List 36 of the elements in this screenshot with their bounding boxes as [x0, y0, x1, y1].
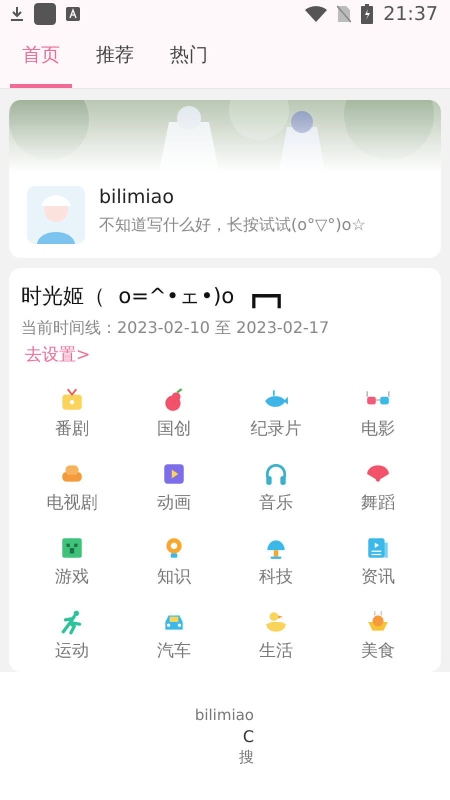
settings-link[interactable]: 去设置> — [21, 343, 90, 366]
keyboard-icon — [66, 7, 80, 21]
category-item[interactable]: 电影 — [327, 376, 429, 450]
avatar — [27, 186, 85, 244]
wifi-icon — [305, 6, 328, 22]
app-name: bilimiao — [194, 704, 254, 726]
category-item[interactable]: 舞蹈 — [327, 450, 429, 524]
category-item[interactable]: 纪录片 — [225, 376, 327, 450]
profile-card[interactable]: bilimiao 不知道写什么好，长按试试(o°▽°)o☆ — [9, 100, 441, 258]
category-item[interactable]: 汽车 — [123, 598, 225, 672]
download-icon — [10, 6, 24, 22]
category-item[interactable]: 知识 — [123, 524, 225, 598]
category-item[interactable]: 美食 — [327, 598, 429, 672]
category-item[interactable]: 运动 — [21, 598, 123, 672]
category-item[interactable]: 电视剧 — [21, 450, 123, 524]
no-sim-icon — [337, 5, 352, 23]
search-label[interactable]: 搜 — [239, 746, 254, 768]
category-item[interactable]: 动画 — [123, 450, 225, 524]
signature-text: 不知道写什么好，长按试试(o°▽°)o☆ — [99, 214, 367, 236]
category-item[interactable]: 科技 — [225, 524, 327, 598]
category-item[interactable]: 音乐 — [225, 450, 327, 524]
category-item[interactable]: 国创 — [123, 376, 225, 450]
username: bilimiao — [99, 186, 175, 208]
category-item[interactable]: 资讯 — [327, 524, 429, 598]
bottom-text: C — [242, 726, 254, 746]
clock-time: 21:37 — [383, 3, 438, 25]
square-icon — [34, 3, 56, 25]
tab[interactable]: 热门 — [158, 28, 220, 88]
tab[interactable]: 推荐 — [84, 28, 146, 88]
category-item[interactable]: 游戏 — [21, 524, 123, 598]
category-item[interactable]: 生活 — [225, 598, 327, 672]
category-item[interactable]: 番剧 — [21, 376, 123, 450]
card-title: 时光姬（ o=^•ェ•)o ┏━┓ — [21, 283, 286, 310]
battery-icon — [361, 4, 374, 24]
timeline-text: 当前时间线：2023-02-10 至 2023-02-17 — [21, 318, 330, 339]
tab[interactable]: 首页 — [10, 28, 72, 88]
